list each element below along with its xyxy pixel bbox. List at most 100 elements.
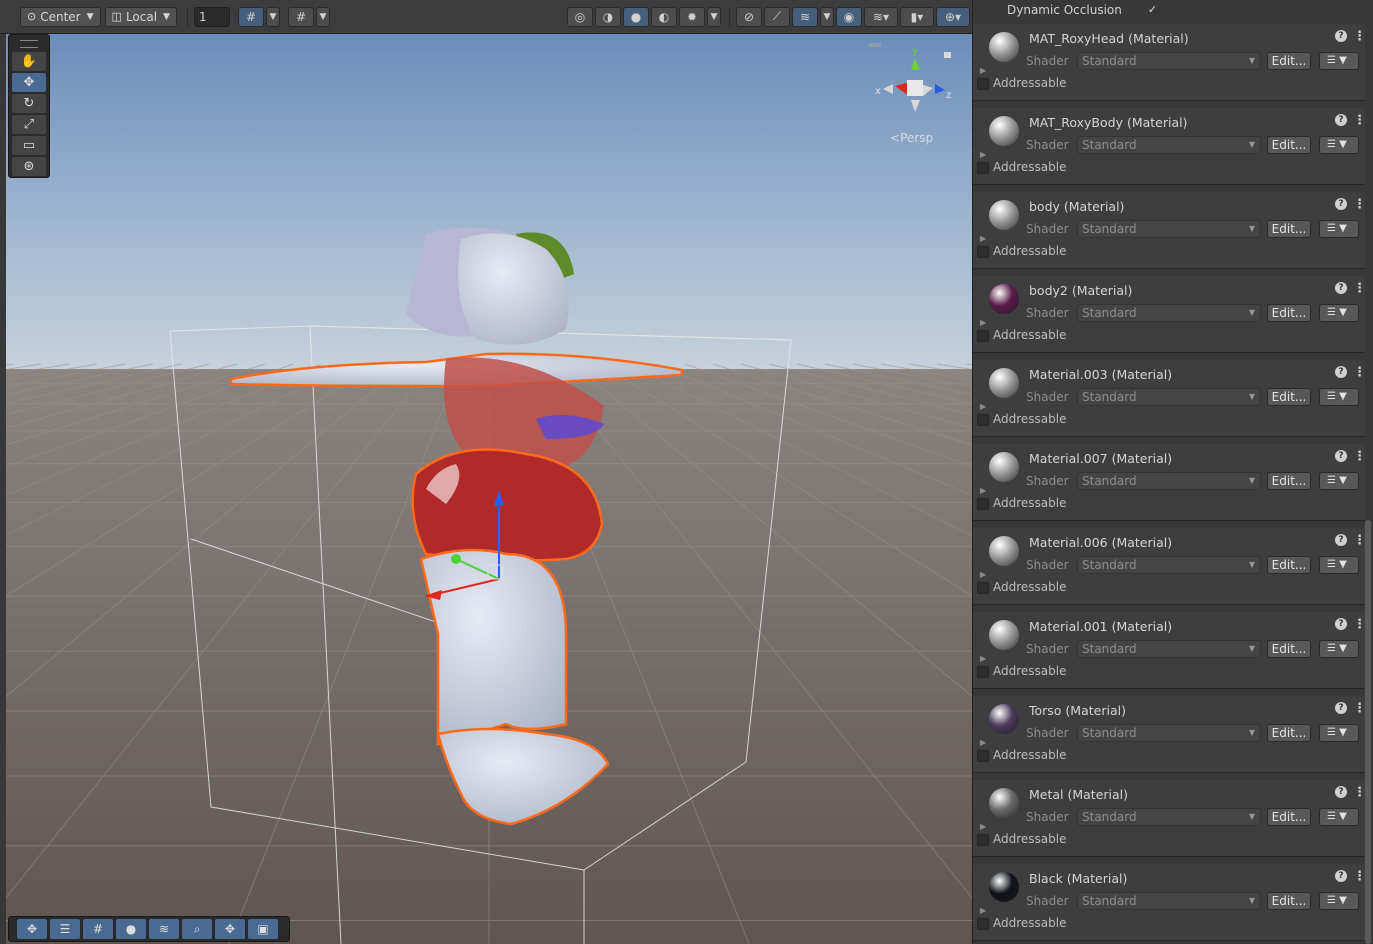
shader-dropdown[interactable]: Standard ▼	[1077, 556, 1261, 574]
edit-shader-button[interactable]: Edit...	[1267, 472, 1311, 490]
hand-tool-button[interactable]: ✋	[12, 52, 46, 71]
settings-overlay-button[interactable]: ☰	[50, 919, 80, 939]
grid-snap-value-field[interactable]: 1	[193, 6, 230, 27]
shader-dropdown[interactable]: Standard ▼	[1077, 724, 1261, 742]
help-icon[interactable]: ?	[1335, 786, 1347, 798]
rect-tool-button[interactable]: ▭	[12, 136, 46, 155]
help-icon[interactable]: ?	[1335, 702, 1347, 714]
foldout-arrow-icon[interactable]: ▶	[980, 318, 986, 327]
pivot-space-dropdown[interactable]: ◫ Local ▼	[104, 6, 177, 27]
more-options-icon[interactable]: ⋮	[1353, 449, 1366, 464]
scene-viewport[interactable]	[6, 34, 972, 944]
pivot-overlay-button[interactable]: ✥	[215, 919, 245, 939]
shader-options-dropdown[interactable]: ☰ ▼	[1319, 892, 1359, 910]
addressable-checkbox[interactable]	[977, 246, 989, 258]
circle-overlay-button[interactable]: ●	[116, 919, 146, 939]
more-options-icon[interactable]: ⋮	[1353, 281, 1366, 296]
shader-dropdown[interactable]: Standard ▼	[1077, 136, 1261, 154]
lighting-mode-button[interactable]: ◐	[651, 6, 677, 27]
scene-view[interactable]: ⊙ Center ▼ ◫ Local ▼ 1 # ▼ # ▼ ◎ ◑ ● ◐ ✹…	[0, 0, 972, 944]
edit-shader-button[interactable]: Edit...	[1267, 640, 1311, 658]
camera-overlay-button[interactable]: ▣	[248, 919, 278, 939]
search-overlay-button[interactable]: ⌕	[182, 919, 212, 939]
help-icon[interactable]: ?	[1335, 114, 1347, 126]
transform-tool-button[interactable]: ⊛	[12, 157, 46, 176]
edit-shader-button[interactable]: Edit...	[1267, 52, 1311, 70]
draw-mode-dropdown[interactable]: ▼	[707, 6, 721, 27]
addressable-checkbox[interactable]	[977, 414, 989, 426]
lighting-toggle-button[interactable]: ⟋	[764, 6, 790, 27]
material-preview-sphere[interactable]	[989, 284, 1019, 314]
edit-shader-button[interactable]: Edit...	[1267, 388, 1311, 406]
fx-dropdown[interactable]: ▼	[820, 6, 834, 27]
more-options-icon[interactable]: ⋮	[1353, 113, 1366, 128]
shader-options-dropdown[interactable]: ☰ ▼	[1319, 304, 1359, 322]
foldout-arrow-icon[interactable]: ▶	[980, 402, 986, 411]
move-overlay-button[interactable]: ✥	[17, 919, 47, 939]
shader-dropdown[interactable]: Standard ▼	[1077, 472, 1261, 490]
material-preview-sphere[interactable]	[989, 116, 1019, 146]
help-icon[interactable]: ?	[1335, 450, 1347, 462]
foldout-arrow-icon[interactable]: ▶	[980, 654, 986, 663]
scene-canvas[interactable]	[6, 34, 972, 944]
help-icon[interactable]: ?	[1335, 282, 1347, 294]
shader-dropdown[interactable]: Standard ▼	[1077, 52, 1261, 70]
addressable-checkbox[interactable]	[977, 666, 989, 678]
camera-mode-label[interactable]: <Persp	[890, 131, 933, 145]
shaded-mode-button[interactable]: ●	[623, 6, 649, 27]
material-preview-sphere[interactable]	[989, 452, 1019, 482]
2d-toggle-button[interactable]: ⊘	[736, 6, 762, 27]
foldout-arrow-icon[interactable]: ▶	[980, 150, 986, 159]
material-preview-sphere[interactable]	[989, 620, 1019, 650]
edit-shader-button[interactable]: Edit...	[1267, 556, 1311, 574]
material-preview-sphere[interactable]	[989, 704, 1019, 734]
material-preview-sphere[interactable]	[989, 200, 1019, 230]
material-preview-sphere[interactable]	[989, 872, 1019, 902]
grid-dropdown[interactable]: ▼	[265, 6, 280, 27]
foldout-arrow-icon[interactable]: ▶	[980, 738, 986, 747]
shader-options-dropdown[interactable]: ☰ ▼	[1319, 388, 1359, 406]
scene-visibility-button[interactable]: ◉	[836, 6, 862, 27]
more-options-icon[interactable]: ⋮	[1353, 29, 1366, 44]
edit-shader-button[interactable]: Edit...	[1267, 220, 1311, 238]
more-options-icon[interactable]: ⋮	[1353, 197, 1366, 212]
debug-draw-mode-button[interactable]: ✹	[679, 6, 705, 27]
layers-dropdown[interactable]: ≋▾	[864, 6, 898, 27]
shader-dropdown[interactable]: Standard ▼	[1077, 304, 1261, 322]
camera-dropdown[interactable]: ▮▾	[900, 6, 934, 27]
help-icon[interactable]: ?	[1335, 618, 1347, 630]
dynamic-occlusion-checkbox[interactable]: ✓	[1148, 4, 1160, 16]
edit-shader-button[interactable]: Edit...	[1267, 808, 1311, 826]
shader-dropdown[interactable]: Standard ▼	[1077, 808, 1261, 826]
addressable-checkbox[interactable]	[977, 918, 989, 930]
grid-visibility-button[interactable]: #	[237, 6, 264, 27]
shader-dropdown[interactable]: Standard ▼	[1077, 892, 1261, 910]
edit-shader-button[interactable]: Edit...	[1267, 304, 1311, 322]
shader-options-dropdown[interactable]: ☰ ▼	[1319, 640, 1359, 658]
shader-dropdown[interactable]: Standard ▼	[1077, 640, 1261, 658]
foldout-arrow-icon[interactable]: ▶	[980, 570, 986, 579]
more-options-icon[interactable]: ⋮	[1353, 365, 1366, 380]
snap-increment-button[interactable]: #	[287, 6, 314, 27]
material-preview-sphere[interactable]	[989, 536, 1019, 566]
edit-shader-button[interactable]: Edit...	[1267, 892, 1311, 910]
material-preview-sphere[interactable]	[989, 32, 1019, 62]
overlay-grip[interactable]	[20, 40, 38, 48]
addressable-checkbox[interactable]	[977, 330, 989, 342]
material-preview-sphere[interactable]	[989, 788, 1019, 818]
snap-dropdown[interactable]: ▼	[315, 6, 330, 27]
pivot-mode-dropdown[interactable]: ⊙ Center ▼	[20, 6, 101, 27]
wireframe-mode-button[interactable]: ◎	[567, 6, 593, 27]
addressable-checkbox[interactable]	[977, 498, 989, 510]
shader-options-dropdown[interactable]: ☰ ▼	[1319, 220, 1359, 238]
audio-toggle-button[interactable]: ≋	[792, 6, 818, 27]
addressable-checkbox[interactable]	[977, 162, 989, 174]
layers-overlay-button[interactable]: ≋	[149, 919, 179, 939]
foldout-arrow-icon[interactable]: ▶	[980, 822, 986, 831]
help-icon[interactable]: ?	[1335, 366, 1347, 378]
help-icon[interactable]: ?	[1335, 870, 1347, 882]
scale-tool-button[interactable]: ⤢	[12, 115, 46, 134]
foldout-arrow-icon[interactable]: ▶	[980, 486, 986, 495]
shader-options-dropdown[interactable]: ☰ ▼	[1319, 808, 1359, 826]
material-preview-sphere[interactable]	[989, 368, 1019, 398]
